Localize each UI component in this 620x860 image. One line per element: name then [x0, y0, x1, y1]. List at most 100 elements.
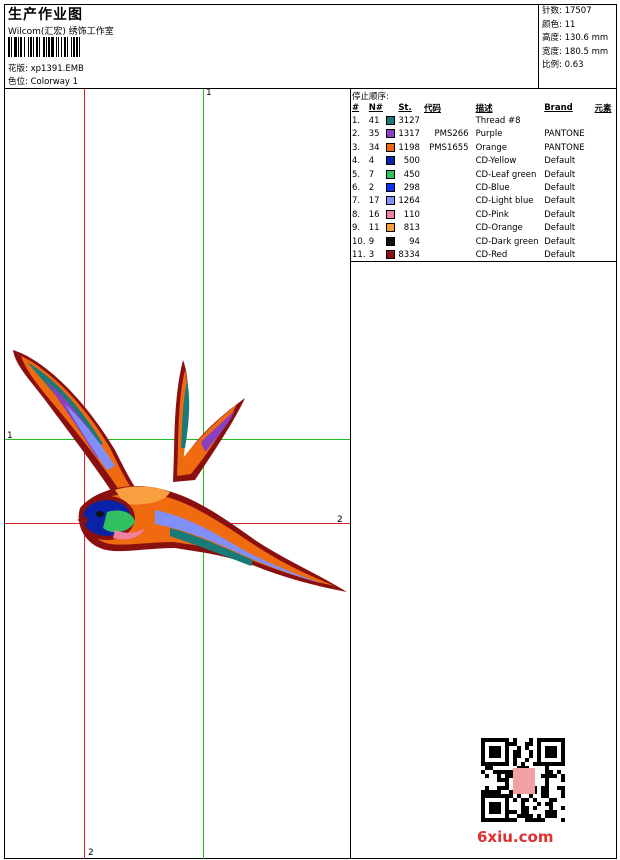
row-code: [424, 195, 476, 208]
row-description: CD-Leaf green: [475, 169, 537, 180]
qr-module: [549, 802, 553, 806]
thread-row: 5. 7 450 CD-Leaf green Default: [351, 168, 620, 181]
qr-module: [505, 778, 509, 782]
qr-module: [537, 802, 541, 806]
green-vertical-guide-label: 1: [206, 88, 212, 98]
qr-module: [509, 818, 513, 822]
col-description: 描述: [475, 103, 493, 114]
qr-module: [493, 770, 497, 774]
qr-module: [553, 798, 557, 802]
qr-module: [509, 794, 513, 798]
qr-module: [513, 818, 517, 822]
qr-module: [545, 782, 549, 786]
row-element: [595, 155, 620, 168]
qr-module: [513, 750, 517, 754]
qr-module: [557, 770, 561, 774]
row-needle: 3: [368, 249, 375, 260]
row-index: 2.: [352, 129, 361, 140]
qr-module: [521, 806, 525, 810]
thread-row: 7. 17 1264 CD-Light blue Default: [351, 195, 620, 208]
colorway-line: 色位: Colorway 1: [8, 75, 78, 87]
qr-center-seal: [513, 768, 535, 794]
swallow-embroidery-design: [13, 350, 348, 592]
qr-module: [561, 806, 565, 810]
col-index: #: [352, 102, 360, 113]
row-element: [595, 114, 620, 127]
row-description: Purple: [475, 129, 503, 140]
qr-module: [517, 746, 521, 750]
row-brand: Default: [544, 196, 576, 207]
qr-module: [549, 806, 553, 810]
qr-module: [501, 786, 505, 790]
thread-color-swatch: [385, 183, 395, 193]
qr-module: [501, 770, 505, 774]
qr-module: [545, 778, 549, 782]
qr-module: [557, 786, 561, 790]
thread-color-swatch: [385, 129, 395, 139]
row-code: [424, 208, 476, 221]
qr-module: [485, 766, 489, 770]
row-needle: 2: [368, 183, 375, 194]
stats-divider: [538, 4, 539, 88]
qr-module: [529, 742, 533, 746]
thread-color-swatch: [385, 156, 395, 166]
thread-row: 2. 35 1317 PMS266 Purple PANTONE: [351, 128, 620, 141]
row-element: [595, 141, 620, 154]
thread-table: # N# St. 代码 描述 Brand 元素 1. 41 3127 Thread #…: [351, 101, 620, 262]
qr-module: [545, 802, 549, 806]
thread-table-bottom-border: [350, 261, 617, 262]
col-element: 元素: [594, 103, 612, 114]
thread-color-swatch: [385, 236, 395, 246]
qr-module: [497, 774, 501, 778]
qr-module: [545, 790, 549, 794]
qr-module: [485, 786, 489, 790]
qr-module: [561, 786, 565, 790]
row-description: Thread #8: [475, 116, 521, 127]
qr-module: [549, 810, 553, 814]
qr-module: [521, 798, 525, 802]
qr-module: [513, 758, 517, 762]
row-stitches: 298: [403, 183, 420, 194]
row-code: [424, 114, 476, 127]
row-element: [595, 235, 620, 248]
row-index: 5.: [352, 169, 361, 180]
row-needle: 35: [368, 129, 380, 140]
row-needle: 11: [368, 223, 380, 234]
row-index: 9.: [352, 223, 361, 234]
design-label: 花版:: [8, 64, 28, 74]
qr-module: [545, 774, 549, 778]
qr-module: [509, 774, 513, 778]
qr-module: [553, 774, 557, 778]
qr-module: [517, 754, 521, 758]
row-needle: 4: [368, 156, 375, 167]
qr-module: [497, 790, 501, 794]
qr-module: [529, 818, 533, 822]
qr-module: [509, 790, 513, 794]
qr-module: [521, 814, 525, 818]
thread-color-swatch: [385, 249, 395, 259]
row-code: [424, 248, 476, 261]
qr-module: [525, 810, 529, 814]
stat-stitches: 针数: 17507: [542, 6, 592, 16]
qr-module: [481, 770, 485, 774]
barcode-gap: [80, 37, 82, 57]
col-code: 代码: [423, 103, 441, 114]
qr-module: [545, 786, 549, 790]
thread-color-swatch: [385, 196, 395, 206]
qr-module: [529, 750, 533, 754]
qr-module: [537, 814, 541, 818]
row-needle: 7: [368, 169, 375, 180]
qr-code: [481, 738, 565, 822]
thread-row: 10. 9 94 CD-Dark green Default: [351, 235, 620, 248]
qr-module: [513, 742, 517, 746]
row-element: [595, 208, 620, 221]
qr-module: [525, 742, 529, 746]
qr-module: [505, 770, 509, 774]
row-brand: [544, 114, 594, 127]
qr-module: [481, 790, 485, 794]
page-title: 生产作业图: [8, 7, 83, 23]
qr-module: [541, 794, 545, 798]
row-element: [595, 222, 620, 235]
row-stitches: 813: [403, 223, 420, 234]
colorway-label: 色位:: [8, 77, 28, 87]
